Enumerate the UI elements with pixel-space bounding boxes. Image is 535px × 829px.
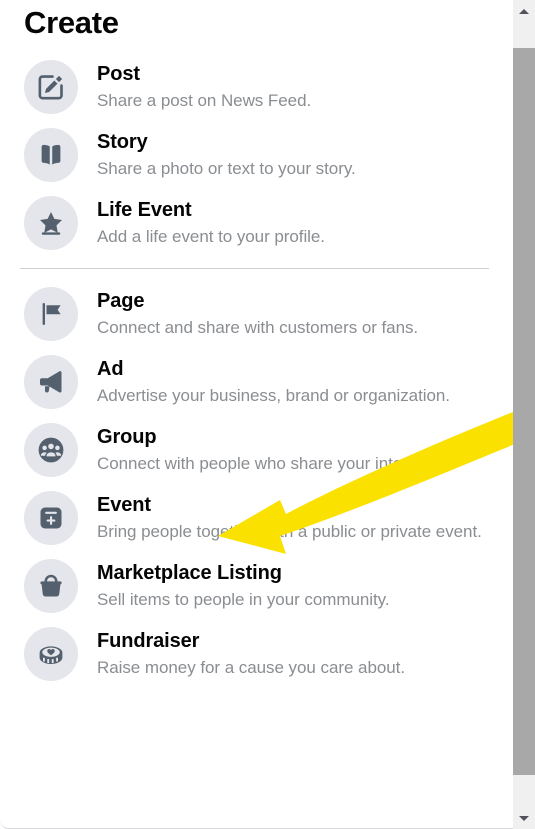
create-item-text: Page Connect and share with customers or… bbox=[97, 287, 489, 339]
item-title: Marketplace Listing bbox=[97, 562, 282, 585]
item-description: Sell items to people in your community. bbox=[97, 590, 390, 610]
create-item-text: Ad Advertise your business, brand or org… bbox=[97, 355, 489, 407]
create-list-primary: Post Share a post on News Feed. Story Sh… bbox=[20, 53, 493, 257]
fundraiser-coin-heart-icon bbox=[24, 627, 78, 682]
create-item-fundraiser[interactable]: Fundraiser Raise money for a cause you c… bbox=[20, 620, 493, 688]
create-item-post[interactable]: Post Share a post on News Feed. bbox=[20, 53, 493, 121]
item-description: Add a life event to your profile. bbox=[97, 227, 325, 247]
item-description: Advertise your business, brand or organi… bbox=[97, 386, 450, 406]
item-title: Story bbox=[97, 131, 148, 154]
item-description: Bring people together with a public or p… bbox=[97, 522, 482, 542]
vertical-scrollbar[interactable] bbox=[513, 0, 535, 829]
create-item-text: Story Share a photo or text to your stor… bbox=[97, 128, 489, 180]
section-divider bbox=[20, 268, 489, 270]
create-menu-screen: Create Post Share a post on News Feed. S… bbox=[0, 0, 535, 829]
create-item-page[interactable]: Page Connect and share with customers or… bbox=[20, 280, 493, 348]
create-panel-content: Create Post Share a post on News Feed. S… bbox=[0, 0, 513, 688]
scroll-down-glyph bbox=[519, 815, 529, 821]
create-item-group[interactable]: Group Connect with people who share your… bbox=[20, 416, 493, 484]
scroll-down-arrow-icon[interactable] bbox=[513, 807, 535, 829]
create-item-text: Life Event Add a life event to your prof… bbox=[97, 196, 489, 248]
create-item-event[interactable]: Event Bring people together with a publi… bbox=[20, 484, 493, 552]
create-list-secondary: Page Connect and share with customers or… bbox=[20, 280, 493, 688]
create-item-text: Post Share a post on News Feed. bbox=[97, 60, 489, 112]
item-title: Group bbox=[97, 426, 157, 449]
scroll-up-arrow-icon[interactable] bbox=[513, 0, 535, 22]
create-item-text: Marketplace Listing Sell items to people… bbox=[97, 559, 489, 611]
create-item-text: Fundraiser Raise money for a cause you c… bbox=[97, 627, 489, 679]
group-people-circle-icon bbox=[24, 423, 78, 478]
item-description: Share a post on News Feed. bbox=[97, 91, 312, 111]
item-title: Event bbox=[97, 494, 151, 517]
life-event-star-icon bbox=[24, 196, 78, 251]
create-panel: Create Post Share a post on News Feed. S… bbox=[0, 0, 513, 829]
scroll-up-glyph bbox=[519, 8, 529, 14]
item-description: Share a photo or text to your story. bbox=[97, 159, 356, 179]
story-open-book-icon bbox=[24, 128, 78, 183]
page-flag-icon bbox=[24, 287, 78, 342]
item-title: Fundraiser bbox=[97, 630, 200, 653]
item-description: Connect with people who share your inter… bbox=[97, 454, 444, 474]
item-title: Life Event bbox=[97, 199, 192, 222]
page-title: Create bbox=[24, 5, 119, 40]
create-item-marketplace-listing[interactable]: Marketplace Listing Sell items to people… bbox=[20, 552, 493, 620]
create-item-story[interactable]: Story Share a photo or text to your stor… bbox=[20, 121, 493, 189]
ad-megaphone-icon bbox=[24, 355, 78, 410]
item-title: Page bbox=[97, 290, 145, 313]
item-title: Ad bbox=[97, 358, 124, 381]
item-title: Post bbox=[97, 63, 140, 86]
marketplace-basket-icon bbox=[24, 559, 78, 614]
create-item-text: Event Bring people together with a publi… bbox=[97, 491, 489, 543]
create-item-life-event[interactable]: Life Event Add a life event to your prof… bbox=[20, 189, 493, 257]
scrollbar-thumb[interactable] bbox=[513, 48, 535, 775]
item-description: Raise money for a cause you care about. bbox=[97, 658, 406, 678]
create-item-text: Group Connect with people who share your… bbox=[97, 423, 489, 475]
item-description: Connect and share with customers or fans… bbox=[97, 318, 419, 338]
event-calendar-plus-icon bbox=[24, 491, 78, 546]
post-pencil-square-icon bbox=[24, 60, 78, 115]
create-item-ad[interactable]: Ad Advertise your business, brand or org… bbox=[20, 348, 493, 416]
